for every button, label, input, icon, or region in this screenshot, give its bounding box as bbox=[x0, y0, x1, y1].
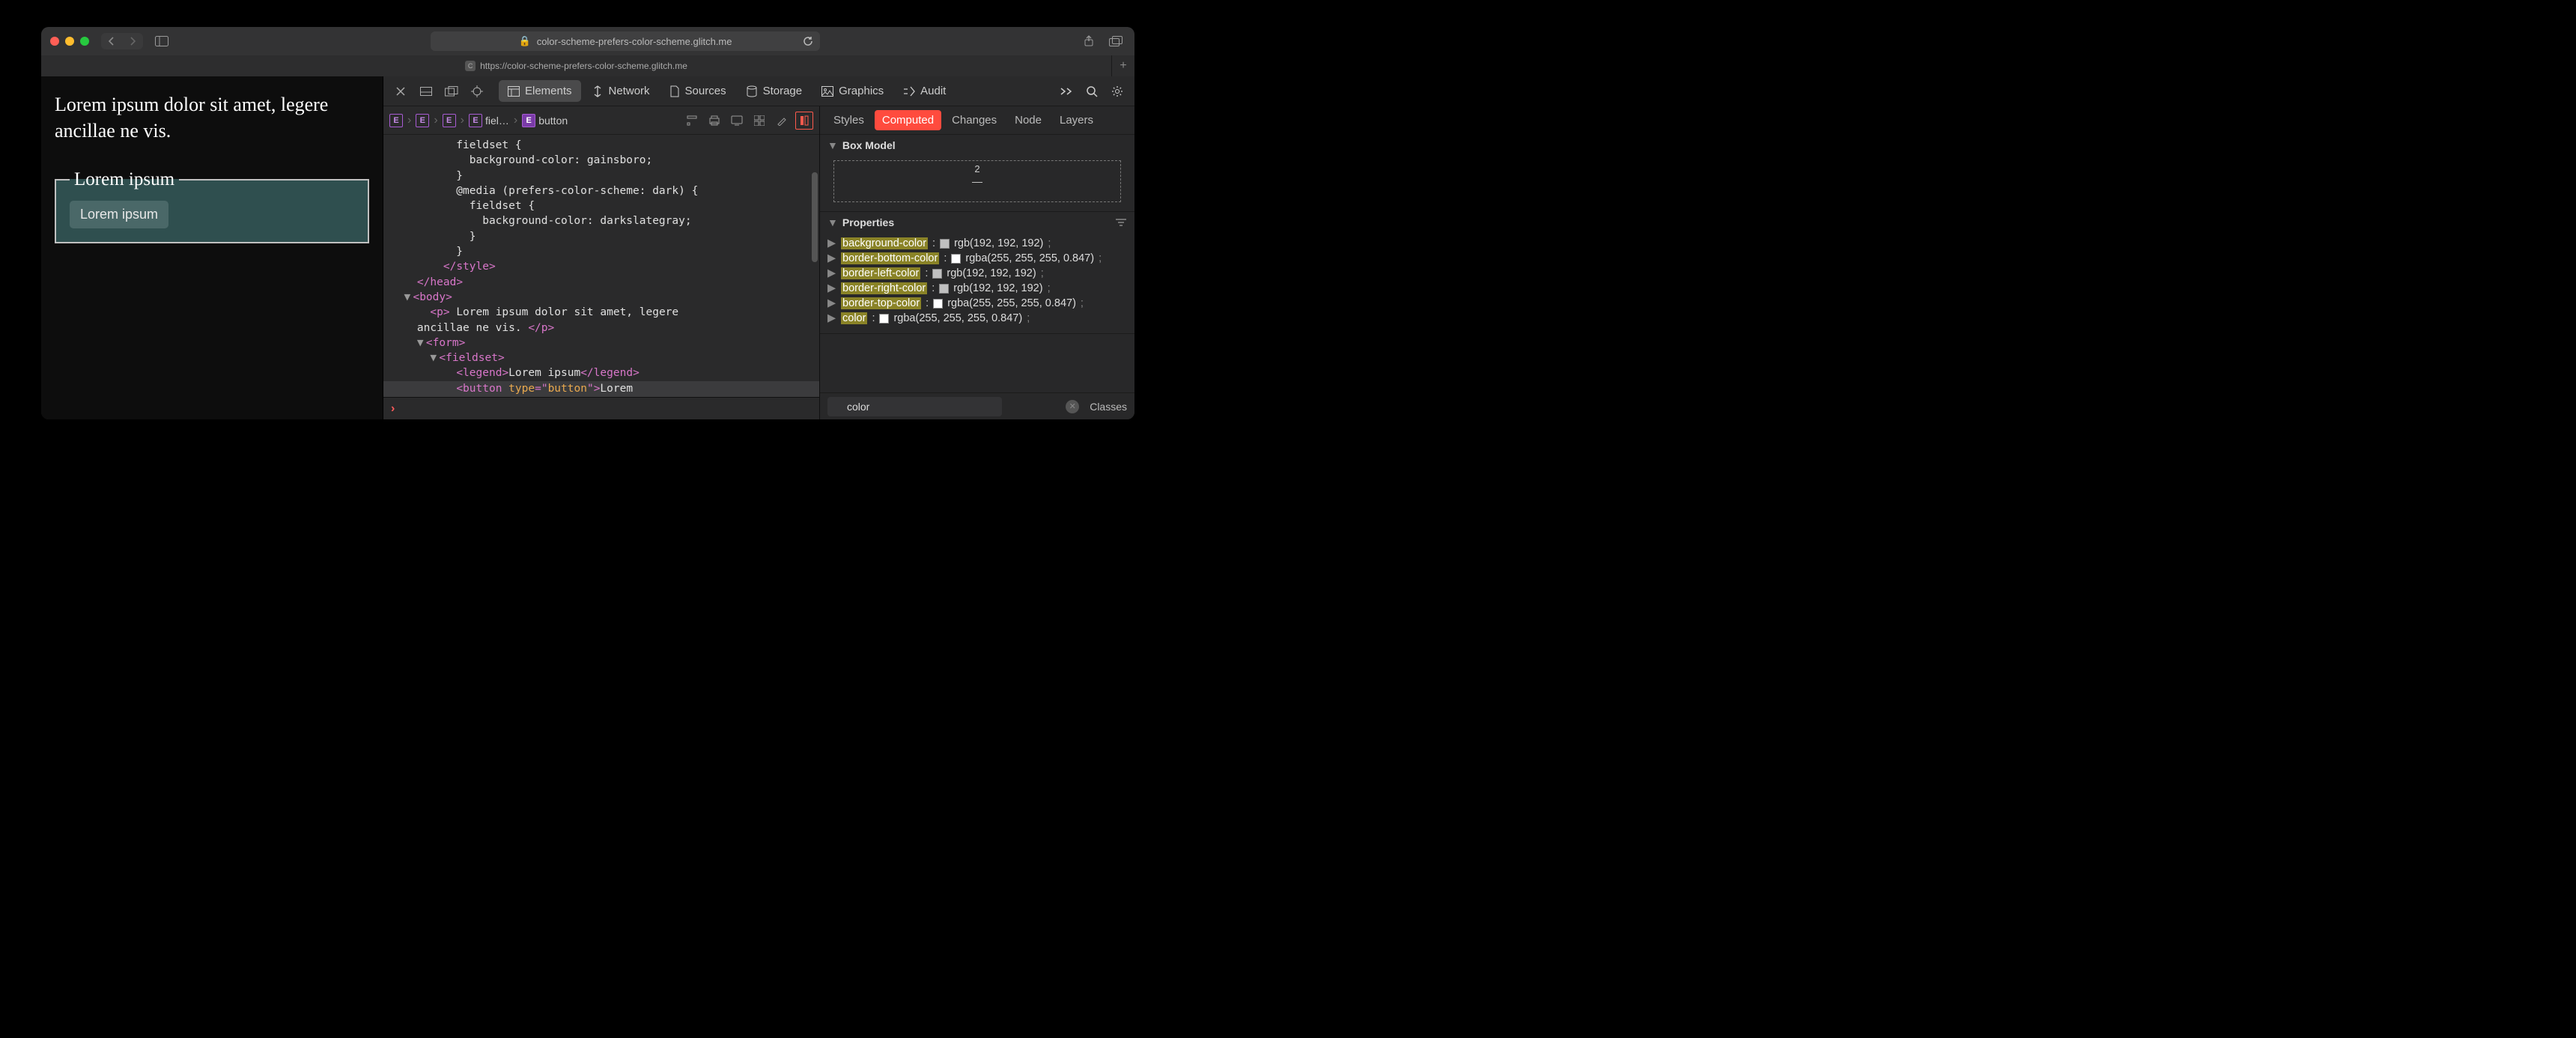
new-tab-button[interactable]: + bbox=[1112, 59, 1134, 73]
lock-icon: 🔒 bbox=[519, 35, 531, 47]
reload-button[interactable] bbox=[802, 35, 814, 47]
tab-storage[interactable]: Storage bbox=[737, 80, 812, 102]
search-button[interactable] bbox=[1082, 82, 1102, 101]
dom-tree[interactable]: fieldset { background-color: gainsboro; … bbox=[383, 135, 819, 397]
close-devtools-button[interactable] bbox=[391, 82, 410, 101]
properties-section: ▼Properties ▶background-color: rgb(192, … bbox=[820, 212, 1134, 334]
tab-audit[interactable]: Audit bbox=[894, 80, 955, 102]
nav-back-forward bbox=[101, 33, 143, 49]
property-row[interactable]: ▶border-left-color: rgb(192, 192, 192); bbox=[826, 266, 1128, 281]
crumb-fieldset[interactable]: Efiel… bbox=[469, 114, 509, 127]
grid-icon[interactable] bbox=[750, 112, 768, 130]
tab-layers[interactable]: Layers bbox=[1052, 110, 1101, 130]
devtools: Elements Network Sources Storage Graphic… bbox=[383, 76, 1134, 419]
tab-sources[interactable]: Sources bbox=[660, 80, 735, 102]
tab-computed[interactable]: Computed bbox=[875, 110, 941, 130]
browser-tab[interactable]: C https://color-scheme-prefers-color-sch… bbox=[41, 55, 1112, 76]
zoom-window-button[interactable] bbox=[80, 37, 89, 46]
device-icon[interactable] bbox=[728, 112, 746, 130]
workspace: Lorem ipsum dolor sit amet, legere ancil… bbox=[41, 76, 1134, 419]
dock-bottom-button[interactable] bbox=[416, 82, 436, 101]
compositing-icon[interactable] bbox=[795, 112, 813, 130]
styles-sidebar: Styles Computed Changes Node Layers ▼Box… bbox=[820, 106, 1134, 419]
property-row[interactable]: ▶border-bottom-color: rgba(255, 255, 255… bbox=[826, 251, 1128, 266]
crumb-2[interactable]: E bbox=[416, 114, 429, 127]
more-tabs-button[interactable] bbox=[1057, 82, 1076, 101]
crumb-3[interactable]: E bbox=[443, 114, 456, 127]
tab-node[interactable]: Node bbox=[1007, 110, 1049, 130]
elements-panel: E › E › E › Efiel… › Ebutton bbox=[383, 106, 820, 419]
minimize-window-button[interactable] bbox=[65, 37, 74, 46]
sidebar-tabs: Styles Computed Changes Node Layers bbox=[820, 106, 1134, 135]
dom-breadcrumbs: E › E › E › Efiel… › Ebutton bbox=[383, 106, 819, 135]
titlebar: 🔒 color-scheme-prefers-color-scheme.glit… bbox=[41, 27, 1134, 55]
close-window-button[interactable] bbox=[50, 37, 59, 46]
property-row[interactable]: ▶border-top-color: rgba(255, 255, 255, 0… bbox=[826, 296, 1128, 311]
console-prompt-row[interactable]: › bbox=[383, 397, 819, 419]
page-legend: Lorem ipsum bbox=[70, 169, 179, 190]
browser-window: 🔒 color-scheme-prefers-color-scheme.glit… bbox=[41, 27, 1134, 419]
inspect-element-button[interactable] bbox=[467, 82, 487, 101]
box-model-header[interactable]: ▼Box Model bbox=[820, 135, 1134, 156]
property-row[interactable]: ▶background-color: rgb(192, 192, 192); bbox=[826, 236, 1128, 251]
url-text: color-scheme-prefers-color-scheme.glitch… bbox=[537, 36, 732, 47]
page-fieldset: Lorem ipsum Lorem ipsum bbox=[55, 169, 369, 243]
clear-filter-button[interactable]: ✕ bbox=[1066, 400, 1079, 413]
tab-elements[interactable]: Elements bbox=[499, 80, 581, 102]
rendered-page: Lorem ipsum dolor sit amet, legere ancil… bbox=[41, 76, 383, 419]
print-icon[interactable] bbox=[705, 112, 723, 130]
tab-graphics[interactable]: Graphics bbox=[812, 80, 893, 102]
tab-changes[interactable]: Changes bbox=[944, 110, 1004, 130]
rulers-icon[interactable] bbox=[683, 112, 701, 130]
page-button[interactable]: Lorem ipsum bbox=[70, 201, 168, 228]
dom-scrollbar[interactable] bbox=[812, 172, 818, 262]
tabbar: C https://color-scheme-prefers-color-sch… bbox=[41, 55, 1134, 76]
box-model-section: ▼Box Model 2 — bbox=[820, 135, 1134, 212]
crumb-button[interactable]: Ebutton bbox=[522, 114, 568, 127]
console-prompt-icon: › bbox=[391, 402, 395, 416]
filter-input[interactable] bbox=[827, 397, 1002, 416]
paint-icon[interactable] bbox=[773, 112, 791, 130]
dock-side-button[interactable] bbox=[442, 82, 461, 101]
share-button[interactable] bbox=[1079, 33, 1099, 49]
filter-bar: ☰ ✕ Classes bbox=[820, 392, 1134, 419]
address-bar[interactable]: 🔒 color-scheme-prefers-color-scheme.glit… bbox=[431, 31, 820, 51]
devtools-toolbar: Elements Network Sources Storage Graphic… bbox=[383, 76, 1134, 106]
box-model-diagram: 2 — bbox=[833, 160, 1121, 202]
tabs-button[interactable] bbox=[1106, 33, 1126, 49]
properties-header[interactable]: ▼Properties bbox=[820, 212, 1134, 233]
tab-styles[interactable]: Styles bbox=[826, 110, 872, 130]
favicon: C bbox=[465, 61, 476, 71]
window-controls bbox=[50, 37, 89, 46]
filter-icon[interactable] bbox=[1115, 218, 1127, 227]
page-form: Lorem ipsum Lorem ipsum bbox=[55, 169, 369, 243]
settings-button[interactable] bbox=[1108, 82, 1127, 101]
tab-title: https://color-scheme-prefers-color-schem… bbox=[480, 61, 687, 71]
page-paragraph: Lorem ipsum dolor sit amet, legere ancil… bbox=[55, 91, 369, 144]
classes-button[interactable]: Classes bbox=[1090, 401, 1127, 413]
forward-button[interactable] bbox=[122, 33, 143, 49]
tab-network[interactable]: Network bbox=[583, 80, 659, 102]
back-button[interactable] bbox=[101, 33, 122, 49]
property-row[interactable]: ▶color: rgba(255, 255, 255, 0.847); bbox=[826, 311, 1128, 326]
crumb-1[interactable]: E bbox=[389, 114, 403, 127]
property-row[interactable]: ▶border-right-color: rgb(192, 192, 192); bbox=[826, 281, 1128, 296]
sidebar-toggle-button[interactable] bbox=[152, 34, 171, 49]
